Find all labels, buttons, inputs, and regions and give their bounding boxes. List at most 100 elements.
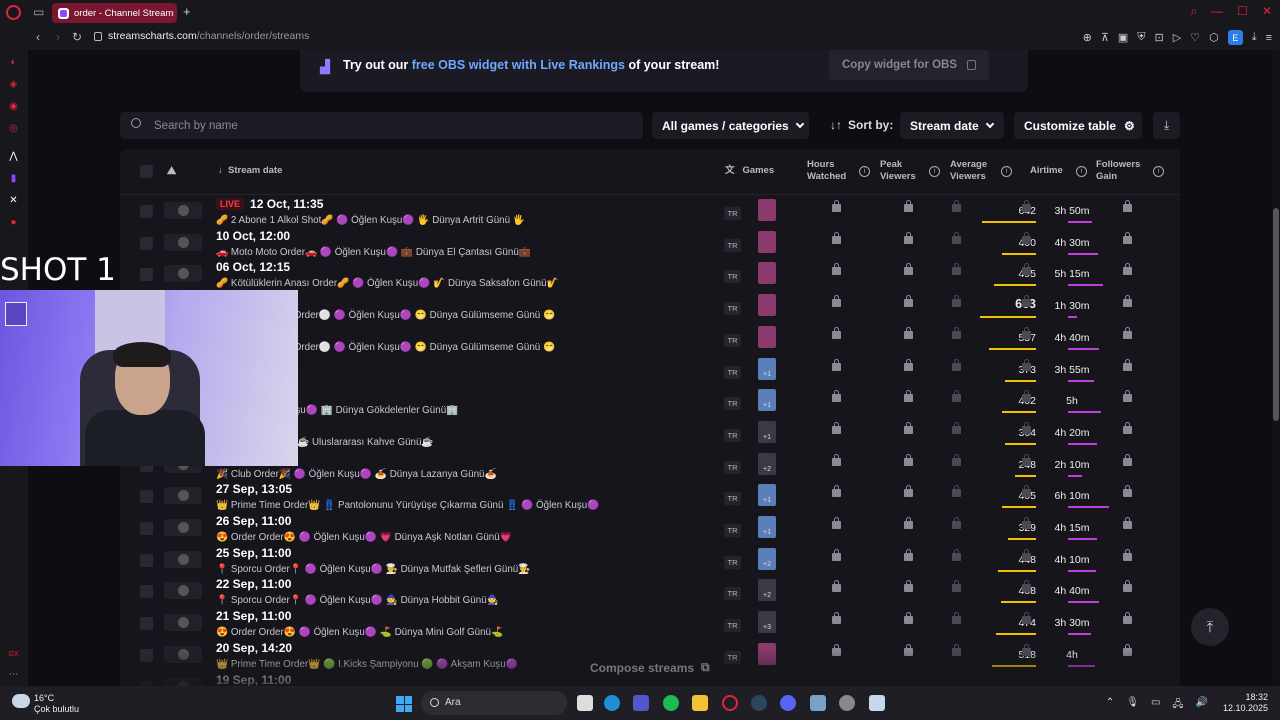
kick-icon[interactable]: ⋀ <box>7 150 20 163</box>
copy-widget-button[interactable]: Copy widget for OBS <box>829 50 989 80</box>
game-thumbnail[interactable]: +2 <box>758 452 776 475</box>
info-icon[interactable]: i <box>1076 166 1087 177</box>
play-vod-button[interactable] <box>164 582 202 600</box>
clock[interactable]: 18:32 12.10.2025 <box>1223 692 1268 714</box>
game-thumbnail[interactable]: +2 <box>758 547 776 570</box>
stream-title[interactable]: 🎉 Club Order🎉 🟣 Öğlen Kuşu🟣 🍝 Dünya Laza… <box>216 469 497 480</box>
opera-gx-icon[interactable] <box>722 695 738 711</box>
calculator-icon[interactable] <box>869 695 885 711</box>
display-icon[interactable]: ▭ <box>1151 697 1160 714</box>
network-icon[interactable]: 🖧 <box>1172 697 1183 714</box>
select-all-checkbox[interactable] <box>140 165 153 178</box>
play-vod-button[interactable] <box>164 233 202 251</box>
url-field[interactable]: streamscharts.com/channels/order/streams <box>94 30 309 42</box>
row-checkbox[interactable] <box>140 617 153 631</box>
table-row[interactable]: LIVE 12 Oct, 11:35 🥜 2 Abone 1 Alkol Shot🥜… <box>120 196 1180 228</box>
zoom-icon[interactable]: ⊕ <box>1083 31 1092 44</box>
game-thumbnail[interactable]: +2 <box>758 579 776 602</box>
compose-streams-button[interactable]: Compose streams ⧉ <box>590 660 710 675</box>
workspaces-icon[interactable]: ▭ <box>33 5 44 19</box>
game-thumbnail[interactable]: +3 <box>758 611 776 634</box>
stream-title[interactable]: 🚗 Moto Moto Order🚗 🟣 Öğlen Kuşu🟣 💼 Dünya… <box>216 247 531 258</box>
game-thumbnail[interactable] <box>758 230 776 253</box>
messenger-icon[interactable]: ◉ <box>7 100 20 113</box>
row-checkbox[interactable] <box>140 490 153 504</box>
sort-dropdown[interactable]: Stream date <box>900 112 1004 139</box>
header-followers-gain[interactable]: Followers Gain <box>1096 159 1146 183</box>
game-thumbnail[interactable] <box>758 199 776 221</box>
gx-icon[interactable]: GX <box>7 648 20 661</box>
customize-table-button[interactable]: Customize table ⚙ <box>1014 112 1142 139</box>
row-checkbox[interactable] <box>140 268 153 282</box>
explorer-icon[interactable] <box>692 695 708 711</box>
start-button-icon[interactable] <box>396 696 412 712</box>
stream-title[interactable]: 📍 Sporcu Order📍 🟣 Öğlen Kuşu🟣 🧙 Dünya Ho… <box>216 595 499 606</box>
translate-icon[interactable]: ⊡ <box>1155 31 1164 44</box>
taskview-icon[interactable] <box>577 695 593 711</box>
twitch-icon[interactable]: ▮ <box>7 172 20 185</box>
edge-icon[interactable] <box>604 695 620 711</box>
game-thumbnail[interactable]: +1 <box>758 389 776 412</box>
opera-menu-icon[interactable] <box>6 5 21 20</box>
save-icon[interactable]: ▣ <box>1118 31 1128 44</box>
game-thumbnail[interactable] <box>758 325 776 348</box>
search-tabs-icon[interactable]: ⌕ <box>1190 4 1197 19</box>
player-icon[interactable]: ▷ <box>1173 31 1181 44</box>
row-checkbox[interactable] <box>140 236 153 250</box>
reload-icon[interactable]: ↻ <box>72 30 82 44</box>
scroll-to-top-button[interactable]: ⤒ <box>1191 608 1229 646</box>
close-icon[interactable]: ✕ <box>1262 4 1272 19</box>
info-icon[interactable]: i <box>1153 166 1164 177</box>
download-icon[interactable]: ⤓ <box>1252 31 1257 44</box>
stream-title[interactable]: 🥜 2 Abone 1 Alkol Shot🥜 🟣 Öğlen Kuşu🟣 🖐️… <box>216 215 525 226</box>
info-icon[interactable]: i <box>1001 166 1012 177</box>
stream-title[interactable]: 😍 Order Order😍 🟣 Öğlen Kuşu🟣 ⛳ Dünya Min… <box>216 627 503 638</box>
play-vod-button[interactable] <box>164 550 202 568</box>
game-thumbnail[interactable] <box>758 294 776 317</box>
game-thumbnail[interactable] <box>758 262 776 285</box>
game-thumbnail[interactable]: +1 <box>758 420 776 443</box>
app-icon[interactable] <box>810 695 826 711</box>
more-icon[interactable]: ⋯ <box>7 668 20 681</box>
profile-extension-icon[interactable]: E <box>1227 30 1243 45</box>
stream-title[interactable]: 😍 Order Order😍 🟣 Öğlen Kuşu🟣 💗 Dünya Aşk… <box>216 532 512 543</box>
header-average-viewers[interactable]: Average Viewers <box>950 159 995 183</box>
weather-widget[interactable]: 16°C Çok bulutlu <box>34 693 79 715</box>
header-airtime[interactable]: Airtime <box>1030 165 1063 177</box>
aria-icon[interactable]: ◐ <box>7 56 20 69</box>
info-icon[interactable]: i <box>929 166 940 177</box>
play-vod-button[interactable] <box>164 519 202 536</box>
browser-tab-active[interactable]: order - Channel Streams c <box>52 3 177 23</box>
table-row[interactable]: 10 Oct, 12:00 🚗 Moto Moto Order🚗 🟣 Öğlen … <box>120 228 1180 260</box>
pin-icon[interactable]: ⊼ <box>1101 31 1109 44</box>
forward-icon[interactable]: › <box>56 30 60 44</box>
x-icon[interactable]: ✕ <box>7 194 20 207</box>
row-checkbox[interactable] <box>140 585 153 599</box>
extensions-icon[interactable]: ⬡ <box>1209 31 1219 44</box>
bag-icon[interactable]: ◈ <box>7 78 20 91</box>
play-vod-button[interactable] <box>164 202 202 219</box>
page-scrollbar[interactable] <box>1272 50 1280 686</box>
play-vod-button[interactable] <box>164 614 202 632</box>
taskbar-search[interactable]: Ara <box>421 691 567 715</box>
table-row[interactable]: 21 Sep, 11:00 😍 Order Order😍 🟣 Öğlen Kuşu… <box>120 608 1180 640</box>
steam-icon[interactable] <box>751 695 767 711</box>
heart-icon[interactable]: ♡ <box>1190 31 1200 44</box>
game-thumbnail[interactable]: +1 <box>758 357 776 380</box>
minimize-icon[interactable]: — <box>1211 4 1223 19</box>
spotify-icon[interactable] <box>663 695 679 711</box>
new-tab-icon[interactable]: + <box>183 4 191 19</box>
export-button[interactable]: ⤓ <box>1153 112 1180 139</box>
info-icon[interactable]: i <box>859 166 870 177</box>
volume-icon[interactable]: 🔊 <box>1196 697 1208 714</box>
play-vod-button[interactable] <box>164 487 202 505</box>
table-row[interactable]: 06 Oct, 12:15 🥜 Kötülüklerin Anası Order🥜… <box>120 259 1180 291</box>
shield-icon[interactable]: ⛨ <box>1137 31 1145 44</box>
game-thumbnail[interactable]: +1 <box>758 516 776 538</box>
easy-setup-icon[interactable]: ≡ <box>1266 32 1272 44</box>
promo-link[interactable]: free OBS widget with Live Rankings <box>412 58 625 72</box>
row-checkbox[interactable] <box>140 522 153 535</box>
stream-title[interactable]: 👑 Prime Time Order👑 👖 Pantolonunu Yürüyü… <box>216 500 599 511</box>
discord-icon[interactable] <box>780 695 796 711</box>
stream-title[interactable]: 🥜 Kötülüklerin Anası Order🥜 🟣 Öğlen Kuşu… <box>216 278 559 289</box>
